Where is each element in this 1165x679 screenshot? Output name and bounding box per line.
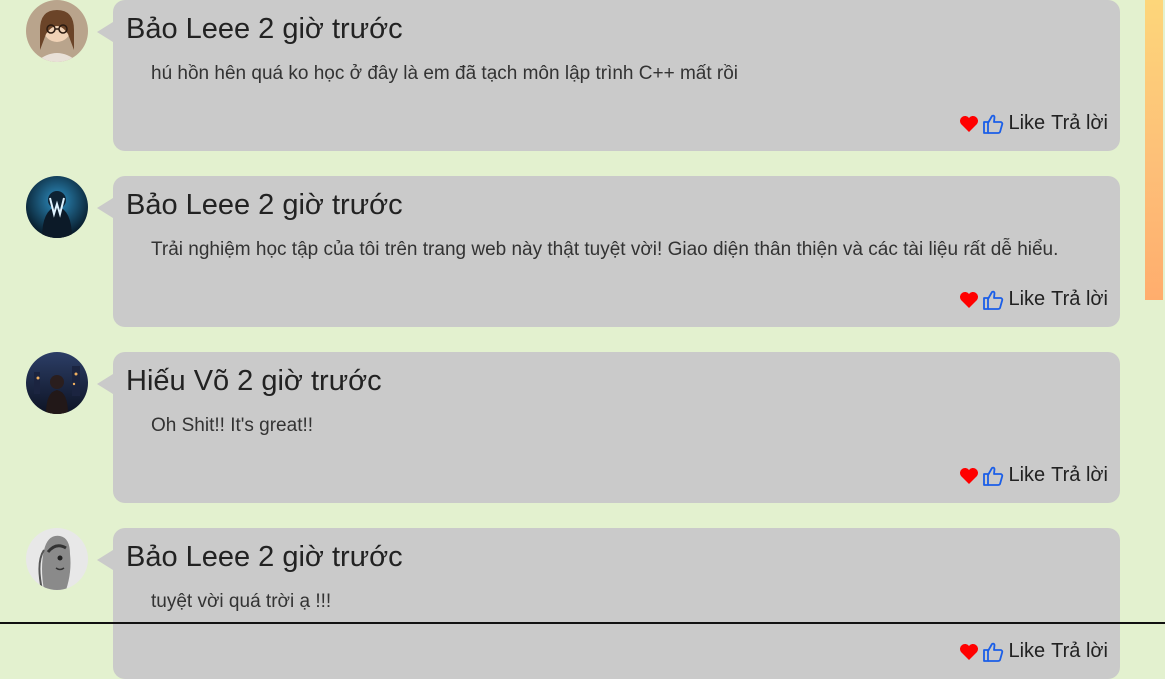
heart-icon[interactable]: [959, 291, 979, 309]
comment-bubble: Bảo Leee 2 giờ trước hú hồn hên quá ko họ…: [97, 0, 1120, 151]
comment-time: 2 giờ trước: [258, 541, 403, 573]
comment-bubble: Bảo Leee 2 giờ trước Trải nghiệm học tập …: [97, 176, 1120, 327]
comment-item: Bảo Leee 2 giờ trước tuyệt vời quá trời ạ…: [0, 528, 1125, 679]
thumbs-up-icon[interactable]: [983, 466, 1004, 486]
comment-header: Hiếu Võ 2 giờ trước: [126, 365, 382, 398]
avatar[interactable]: [26, 0, 88, 62]
comment-bubble: Bảo Leee 2 giờ trước tuyệt vời quá trời ạ…: [97, 528, 1120, 679]
thumbs-up-icon[interactable]: [983, 114, 1004, 134]
comment-time: 2 giờ trước: [237, 365, 382, 397]
heart-icon[interactable]: [959, 467, 979, 485]
thumbs-up-icon[interactable]: [983, 642, 1004, 662]
thumbs-up-icon[interactable]: [983, 290, 1004, 310]
comment-text: Oh Shit!! It's great!!: [151, 415, 314, 436]
comment-time: 2 giờ trước: [258, 13, 403, 45]
avatar[interactable]: [26, 528, 88, 590]
avatar[interactable]: [26, 352, 88, 414]
comment-header: Bảo Leee 2 giờ trước: [126, 189, 403, 222]
reply-button[interactable]: Trả lời: [1051, 464, 1108, 487]
comment-feed: Bảo Leee 2 giờ trước hú hồn hên quá ko họ…: [0, 0, 1145, 679]
side-accent-bar: [1145, 0, 1163, 300]
comment-header: Bảo Leee 2 giờ trước: [126, 13, 403, 46]
comment-item: Bảo Leee 2 giờ trước hú hồn hên quá ko họ…: [0, 0, 1125, 151]
heart-icon[interactable]: [959, 643, 979, 661]
comment-actions: Like Trả lời: [959, 112, 1108, 135]
comment-text: Trải nghiệm học tập của tôi trên trang w…: [151, 239, 1059, 260]
bottom-divider: [0, 622, 1165, 624]
avatar[interactable]: [26, 176, 88, 238]
comment-item: Hiếu Võ 2 giờ trước Oh Shit!! It's great!…: [0, 352, 1125, 503]
comment-item: Bảo Leee 2 giờ trước Trải nghiệm học tập …: [0, 176, 1125, 327]
reply-button[interactable]: Trả lời: [1051, 640, 1108, 663]
like-button[interactable]: Like: [1008, 640, 1045, 663]
comment-bubble: Hiếu Võ 2 giờ trước Oh Shit!! It's great!…: [97, 352, 1120, 503]
author-name[interactable]: Hiếu Võ: [126, 365, 229, 397]
like-button[interactable]: Like: [1008, 464, 1045, 487]
reply-button[interactable]: Trả lời: [1051, 112, 1108, 135]
like-button[interactable]: Like: [1008, 288, 1045, 311]
comment-actions: Like Trả lời: [959, 464, 1108, 487]
comment-actions: Like Trả lời: [959, 288, 1108, 311]
like-button[interactable]: Like: [1008, 112, 1045, 135]
author-name[interactable]: Bảo Leee: [126, 541, 250, 573]
author-name[interactable]: Bảo Leee: [126, 189, 250, 221]
comment-text: hú hồn hên quá ko học ở đây là em đã tạc…: [151, 63, 739, 84]
comment-time: 2 giờ trước: [258, 189, 403, 221]
reply-button[interactable]: Trả lời: [1051, 288, 1108, 311]
author-name[interactable]: Bảo Leee: [126, 13, 250, 45]
comment-text: tuyệt vời quá trời ạ !!!: [151, 591, 332, 612]
comment-header: Bảo Leee 2 giờ trước: [126, 541, 403, 574]
comment-actions: Like Trả lời: [959, 640, 1108, 663]
heart-icon[interactable]: [959, 115, 979, 133]
